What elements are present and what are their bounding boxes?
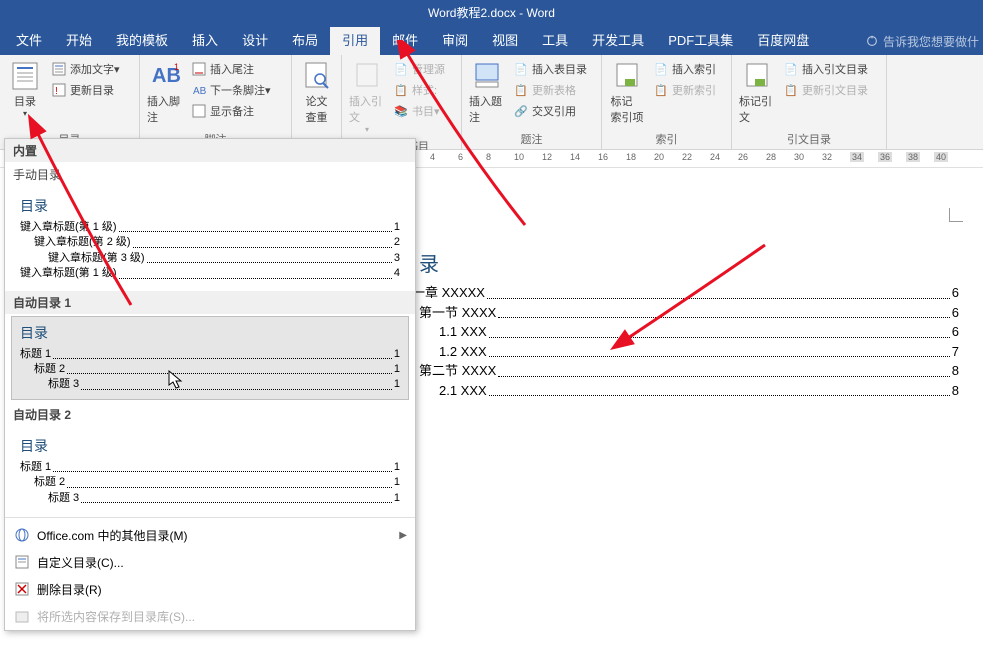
toc-heading: 目录 [399, 248, 959, 277]
title-bar: Word教程2.docx - Word [0, 0, 983, 27]
toc-entry: 1.2 XXX7 [399, 342, 959, 362]
toc-preview-manual[interactable]: 目录 键入章标题(第 1 级)1键入章标题(第 2 级)2键入章标题(第 3 级… [11, 189, 409, 289]
insert-footnote-button[interactable]: AB1 插入脚注 [143, 57, 187, 127]
menu-插入[interactable]: 插入 [180, 27, 230, 55]
cmd-custom-toc[interactable]: 自定义目录(C)... [5, 549, 415, 576]
show-notes-button[interactable]: 显示备注 [187, 101, 275, 121]
menu-审阅[interactable]: 审阅 [430, 27, 480, 55]
cmd-office-online[interactable]: Office.com 中的其他目录(M)▶ [5, 522, 415, 549]
ribbon: 目录▾ 添加文字 ▾ !更新目录 目录 AB1 插入脚注 插入尾注 AB下一条脚… [0, 55, 983, 150]
toc-option-manual[interactable]: 手动目录 [5, 162, 415, 187]
svg-text:1: 1 [174, 62, 179, 72]
cursor-icon [168, 370, 184, 390]
menu-开发工具[interactable]: 开发工具 [580, 27, 656, 55]
page-content: 目录 第一章 XXXXX6第一节 XXXX61.1 XXX61.2 XXX7第二… [399, 248, 959, 400]
update-citation-toc-button: 📋更新引文目录 [779, 80, 872, 100]
toc-dropdown: 内置 手动目录 目录 键入章标题(第 1 级)1键入章标题(第 2 级)2键入章… [4, 138, 416, 631]
insert-caption-button[interactable]: 插入题注 [465, 57, 509, 127]
toc-entry: 第一节 XXXX6 [399, 303, 959, 323]
toc-entry: 第二节 XXXX8 [399, 361, 959, 381]
manage-sources-button: 📄管理源 [389, 59, 449, 79]
dropdown-header-builtin: 内置 [5, 139, 415, 162]
menu-bar: 文件开始我的模板插入设计布局引用邮件审阅视图工具开发工具PDF工具集百度网盘 告… [0, 27, 983, 55]
insert-citation-toc-button[interactable]: 📄插入引文目录 [779, 59, 872, 79]
add-text-button[interactable]: 添加文字 ▾ [47, 59, 124, 79]
toc-entry: 2.1 XXX8 [399, 381, 959, 401]
toc-entry: 第一章 XXXXX6 [399, 283, 959, 303]
bibliography-button: 📚书目 ▾ [389, 101, 449, 121]
toc-option-auto2[interactable]: 自动目录 2 [5, 402, 415, 427]
menu-引用[interactable]: 引用 [330, 27, 380, 55]
cross-reference-button[interactable]: 🔗交叉引用 [509, 101, 591, 121]
update-table-button: 📋更新表格 [509, 80, 591, 100]
update-index-button: 📋更新索引 [649, 80, 720, 100]
menu-邮件[interactable]: 邮件 [380, 27, 430, 55]
mark-citation-button[interactable]: 标记引文 [735, 57, 779, 127]
toc-preview-auto1[interactable]: 目录 标题 11标题 21标题 31 [11, 316, 409, 400]
toc-button[interactable]: 目录▾ [3, 57, 47, 120]
insert-citation-button: 插入引文▾ [345, 57, 389, 136]
cmd-remove-toc[interactable]: 删除目录(R) [5, 576, 415, 603]
group-label-caption: 题注 [465, 129, 598, 149]
menu-PDF工具集[interactable]: PDF工具集 [656, 27, 745, 55]
update-toc-button[interactable]: !更新目录 [47, 80, 124, 100]
menu-百度网盘[interactable]: 百度网盘 [745, 27, 821, 55]
menu-开始[interactable]: 开始 [54, 27, 104, 55]
page-corner-mark [949, 208, 963, 222]
menu-工具[interactable]: 工具 [530, 27, 580, 55]
mark-index-button[interactable]: 标记 索引项 [605, 57, 649, 127]
toc-entry: 1.1 XXX6 [399, 322, 959, 342]
research-button[interactable]: 论文 查重 [295, 57, 338, 127]
cmd-save-selection: 将所选内容保存到目录库(S)... [5, 603, 415, 630]
next-footnote-button[interactable]: AB下一条脚注 ▾ [187, 80, 275, 100]
menu-设计[interactable]: 设计 [230, 27, 280, 55]
menu-布局[interactable]: 布局 [280, 27, 330, 55]
insert-table-figures-button[interactable]: 📄插入表目录 [509, 59, 591, 79]
svg-text:!: ! [55, 86, 58, 97]
svg-text:AB: AB [193, 86, 206, 97]
tell-me[interactable]: 告诉我您想要做什 [865, 33, 979, 50]
menu-视图[interactable]: 视图 [480, 27, 530, 55]
toc-option-auto1[interactable]: 自动目录 1 [5, 291, 415, 314]
group-label-citation: 引文目录 [735, 129, 883, 149]
toc-preview-auto2[interactable]: 目录 标题 11标题 21标题 31 [11, 429, 409, 513]
group-label-index: 索引 [605, 129, 728, 149]
style-button: 📋样式: [389, 80, 449, 100]
menu-文件[interactable]: 文件 [4, 27, 54, 55]
insert-index-button[interactable]: 📄插入索引 [649, 59, 720, 79]
insert-endnote-button[interactable]: 插入尾注 [187, 59, 275, 79]
menu-我的模板[interactable]: 我的模板 [104, 27, 180, 55]
